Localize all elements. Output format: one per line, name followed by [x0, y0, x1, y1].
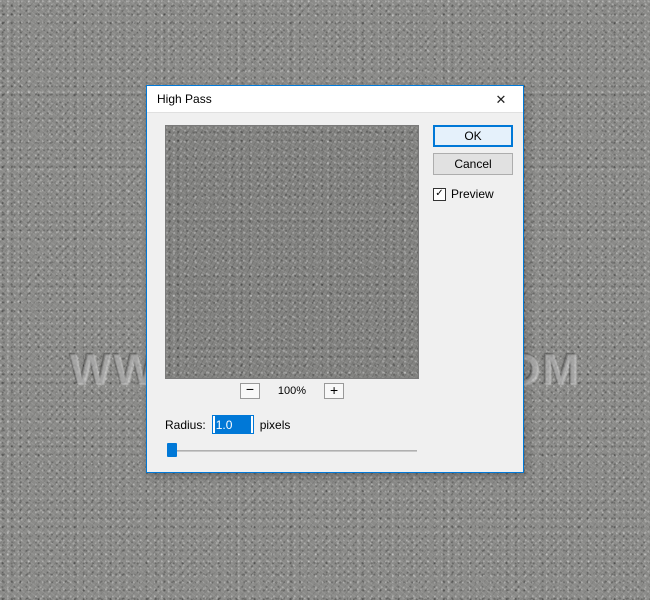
- radius-row: Radius: pixels: [165, 415, 419, 434]
- checkmark-icon: ✓: [435, 189, 443, 199]
- close-button[interactable]: ✕: [481, 86, 521, 112]
- dialog-left-column: − 100% + Radius: pixels: [165, 125, 419, 460]
- dialog-title: High Pass: [157, 92, 481, 106]
- dialog-right-column: OK Cancel ✓ Preview: [431, 125, 513, 460]
- minus-icon: −: [246, 382, 254, 396]
- radius-input[interactable]: [212, 415, 254, 434]
- dialog-titlebar[interactable]: High Pass ✕: [147, 86, 523, 113]
- slider-thumb[interactable]: [167, 443, 177, 457]
- high-pass-dialog: High Pass ✕ − 100% + Radius: pixels: [146, 85, 524, 473]
- preview-checkbox-label: Preview: [451, 187, 494, 201]
- zoom-controls: − 100% +: [165, 379, 419, 409]
- preview-checkbox[interactable]: ✓: [433, 188, 446, 201]
- zoom-out-button[interactable]: −: [240, 383, 260, 399]
- zoom-level-label: 100%: [278, 385, 306, 397]
- radius-unit-label: pixels: [260, 418, 291, 432]
- slider-track: [167, 450, 417, 452]
- preview-checkbox-row[interactable]: ✓ Preview: [433, 187, 513, 201]
- dialog-content: − 100% + Radius: pixels OK Cancel: [147, 113, 523, 472]
- ok-button[interactable]: OK: [433, 125, 513, 147]
- close-icon: ✕: [496, 93, 507, 106]
- plus-icon: +: [330, 383, 338, 397]
- filter-preview[interactable]: [165, 125, 419, 379]
- radius-label: Radius:: [165, 418, 206, 432]
- zoom-in-button[interactable]: +: [324, 383, 344, 399]
- radius-slider[interactable]: [165, 442, 419, 460]
- cancel-button[interactable]: Cancel: [433, 153, 513, 175]
